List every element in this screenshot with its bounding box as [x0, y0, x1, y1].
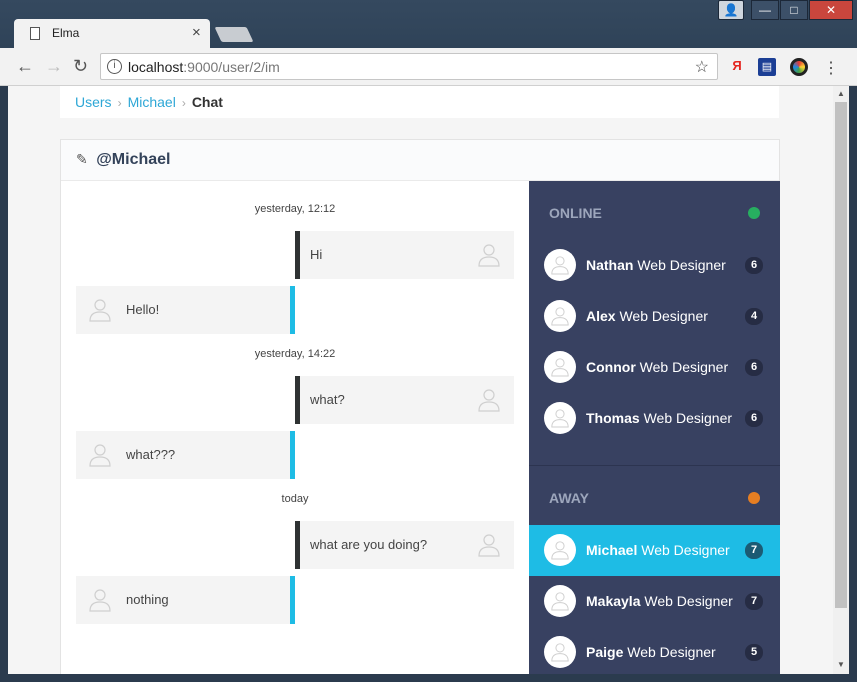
message-text: Hello! — [126, 302, 160, 317]
incoming-message: nothing — [76, 576, 295, 624]
message-text: what??? — [126, 447, 176, 462]
breadcrumb-current: Chat — [191, 94, 223, 110]
info-icon[interactable]: i — [107, 59, 122, 74]
incoming-message: Hello! — [76, 286, 295, 334]
bookmark-star-icon[interactable]: ☆ — [695, 57, 709, 77]
away-group-header: AWAY — [529, 478, 780, 518]
avatar-icon — [478, 388, 500, 412]
avatar-icon — [89, 588, 111, 612]
user-name: Connor Web Designer — [586, 359, 729, 375]
user-item-makayla[interactable]: Makayla Web Designer 7 — [529, 576, 780, 627]
maximize-button[interactable]: □ — [780, 0, 808, 20]
panel-title: @Michael — [96, 151, 171, 168]
message-timestamp: yesterday, 14:22 — [254, 348, 336, 360]
breadcrumb-separator: › — [181, 96, 186, 110]
tab-title: Elma — [52, 26, 80, 40]
unread-count-badge: 7 — [745, 593, 763, 610]
extension-icon[interactable]: ▤ — [758, 58, 776, 76]
back-arrow-icon[interactable]: ← — [16, 56, 34, 77]
outgoing-message: what are you doing? — [295, 521, 514, 569]
browser-menu-icon[interactable]: ⋮ — [822, 58, 840, 77]
user-item-connor[interactable]: Connor Web Designer 6 — [529, 342, 780, 393]
breadcrumb-users-link[interactable]: Users — [75, 94, 112, 110]
user-name: Thomas Web Designer — [586, 410, 733, 426]
status-dot — [748, 492, 760, 504]
scroll-down-icon[interactable]: ▼ — [837, 660, 845, 669]
window-controls: 👤 — □ ✕ — [718, 0, 853, 20]
avatar-icon — [478, 243, 500, 267]
yandex-extension-icon[interactable]: Я — [728, 58, 746, 76]
users-sidebar: ONLINE Nathan Web Designer 6 Alex Web Desig… — [529, 181, 780, 674]
group-title: AWAY — [549, 490, 589, 506]
message-text: what? — [310, 392, 345, 407]
group-title: ONLINE — [549, 205, 602, 221]
online-group-header: ONLINE — [529, 193, 780, 233]
close-window-button[interactable]: ✕ — [809, 0, 853, 20]
page-viewport: Users › Michael › Chat ✎ @Michael yesterday,… — [8, 86, 833, 674]
breadcrumb-separator: › — [117, 96, 122, 110]
unread-count-badge: 6 — [745, 410, 763, 427]
user-name: Nathan Web Designer — [586, 257, 726, 273]
unread-count-badge: 6 — [745, 359, 763, 376]
color-extension-icon[interactable] — [790, 58, 808, 76]
chat-panel: ✎ @Michael yesterday, 12:12 Hi Hello! yeste… — [60, 139, 780, 674]
user-item-alex[interactable]: Alex Web Designer 4 — [529, 291, 780, 342]
tab-close-button[interactable]: × — [192, 24, 201, 41]
browser-tab[interactable]: Elma × — [14, 19, 210, 48]
user-name: Paige Web Designer — [586, 644, 716, 660]
scrollbar-thumb[interactable] — [835, 102, 847, 608]
forward-arrow-icon[interactable]: → — [45, 56, 63, 77]
message-timestamp: yesterday, 12:12 — [254, 203, 336, 215]
user-item-nathan[interactable]: Nathan Web Designer 6 — [529, 240, 780, 291]
message-text: what are you doing? — [310, 537, 428, 552]
unread-count-badge: 5 — [745, 644, 763, 661]
incoming-message: what??? — [76, 431, 295, 479]
document-icon — [30, 27, 40, 40]
reload-icon[interactable]: ↻ — [73, 56, 88, 77]
avatar — [544, 300, 576, 332]
avatar — [544, 351, 576, 383]
avatar-icon — [478, 533, 500, 557]
user-name: Alex Web Designer — [586, 308, 708, 324]
browser-titlebar: Elma × 👤 — □ ✕ — [0, 0, 857, 48]
user-item-paige[interactable]: Paige Web Designer 5 — [529, 627, 780, 674]
user-name: Makayla Web Designer — [586, 593, 733, 609]
new-tab-button[interactable] — [214, 27, 254, 42]
avatar-icon — [89, 298, 111, 322]
pencil-icon: ✎ — [76, 151, 88, 167]
avatar — [544, 534, 576, 566]
breadcrumb: Users › Michael › Chat — [60, 86, 779, 118]
outgoing-message: Hi — [295, 231, 514, 279]
user-name: Michael Web Designer — [586, 542, 730, 558]
address-bar[interactable]: i localhost:9000/user/2/im ☆ — [100, 53, 718, 80]
unread-count-badge: 7 — [745, 542, 763, 559]
unread-count-badge: 4 — [745, 308, 763, 325]
chat-messages: yesterday, 12:12 Hi Hello! yesterday, 14:22… — [61, 181, 529, 674]
message-text: Hi — [310, 247, 323, 262]
user-item-michael[interactable]: Michael Web Designer 7 — [529, 525, 780, 576]
avatar — [544, 249, 576, 281]
browser-toolbar: ← → ↻ i localhost:9000/user/2/im ☆ Я ▤ ⋮ — [0, 48, 857, 86]
panel-header: ✎ @Michael — [61, 140, 779, 181]
avatar — [544, 402, 576, 434]
avatar — [544, 636, 576, 668]
outgoing-message: what? — [295, 376, 514, 424]
breadcrumb-michael-link[interactable]: Michael — [128, 94, 176, 110]
url-text: localhost:9000/user/2/im — [128, 59, 280, 75]
message-text: nothing — [126, 592, 169, 607]
group-divider — [529, 465, 780, 466]
avatar-icon — [89, 443, 111, 467]
avatar — [544, 585, 576, 617]
profile-button[interactable]: 👤 — [718, 0, 744, 20]
status-dot — [748, 207, 760, 219]
minimize-button[interactable]: — — [751, 0, 779, 20]
scrollbar[interactable]: ▲ ▼ — [833, 86, 849, 674]
message-timestamp: today — [281, 493, 309, 505]
scroll-up-icon[interactable]: ▲ — [837, 89, 845, 98]
user-item-thomas[interactable]: Thomas Web Designer 6 — [529, 393, 780, 444]
unread-count-badge: 6 — [745, 257, 763, 274]
